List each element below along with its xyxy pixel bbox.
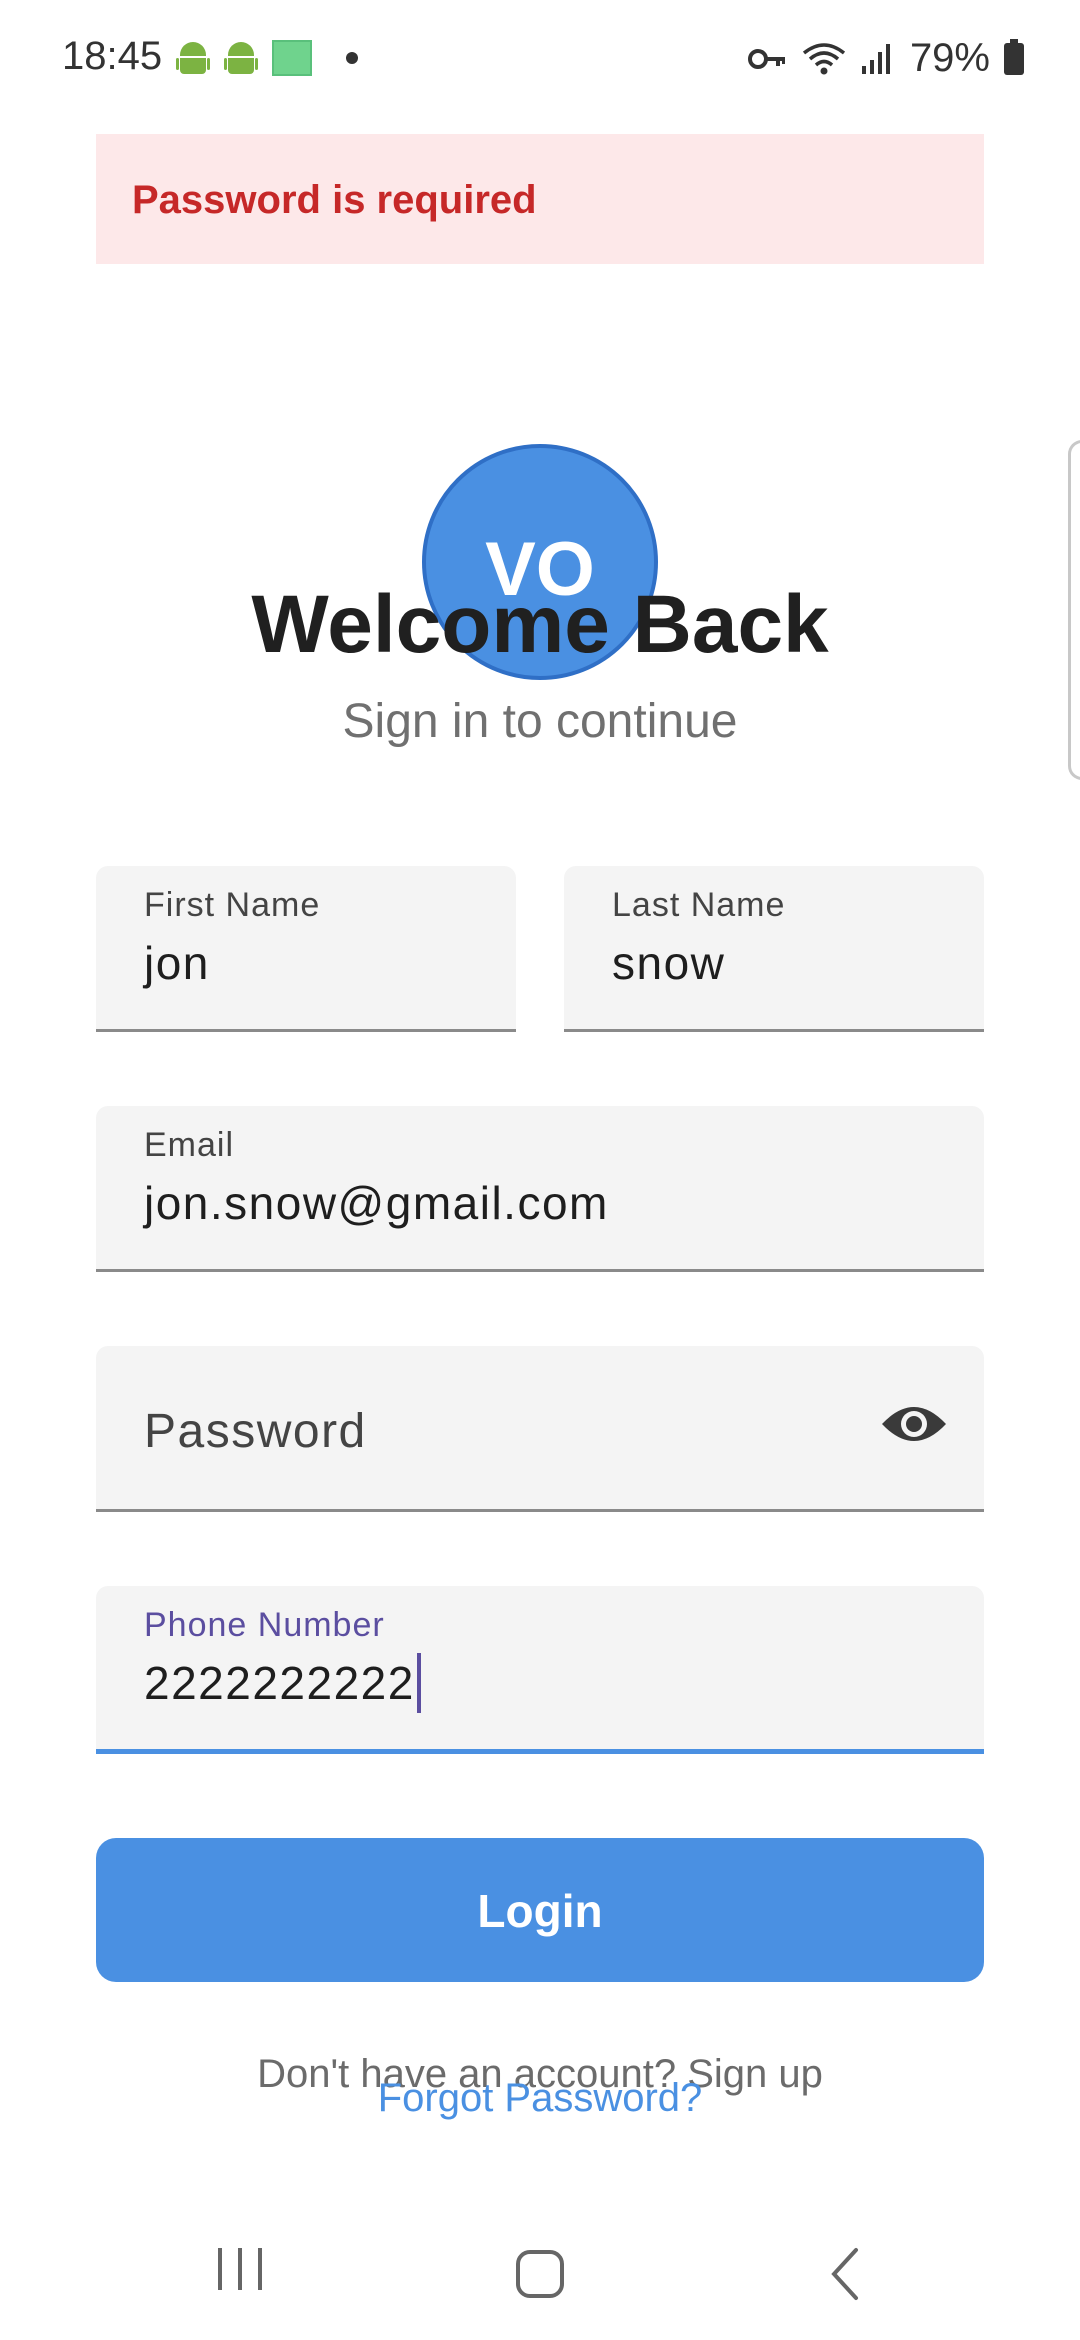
eye-icon[interactable] [880,1398,948,1450]
email-label: Email [144,1126,235,1164]
error-banner: Password is required [96,134,984,264]
system-icons: 79% [747,36,1024,81]
battery-percent: 79% [909,36,990,80]
key-icon [747,48,785,69]
phone-number-label: Phone Number [144,1606,385,1644]
password-label: Password [144,1405,367,1458]
text-cursor [416,1652,421,1713]
battery-icon [1004,38,1024,75]
notification-icons [176,40,358,76]
first-name-field[interactable]: First Name jon [96,866,516,1032]
recents-icon[interactable] [210,2244,270,2294]
page-title: Welcome Back [251,579,829,670]
phone-number-value: 2222222222 [144,1657,415,1709]
wifi-icon [802,42,846,74]
first-name-label: First Name [144,886,321,924]
login-button-label: Login [477,1885,603,1937]
status-bar: 18:45 79% [0,0,1080,118]
android-icon [176,40,210,76]
dot-icon [346,52,358,64]
signal-icon [861,43,890,74]
last-name-label: Last Name [612,886,786,924]
android-icon [224,40,258,76]
email-value[interactable]: jon.snow@gmail.com [144,1176,609,1230]
last-name-value[interactable]: snow [612,936,725,990]
password-field[interactable]: Password [96,1346,984,1512]
navigation-bar [0,2200,1080,2340]
status-time: 18:45 [62,34,163,78]
email-field[interactable]: Email jon.snow@gmail.com [96,1106,984,1272]
last-name-field[interactable]: Last Name snow [564,866,984,1032]
forgot-password-link[interactable]: Forgot Password? [0,2076,1080,2121]
back-icon[interactable] [820,2244,870,2304]
login-screen: 18:45 79% Password is required VO Welcom… [0,0,1080,2340]
green-square-icon [272,40,312,76]
home-icon[interactable] [510,2244,570,2304]
error-message: Password is required [132,178,537,222]
page-subtitle: Sign in to continue [342,695,738,748]
login-button[interactable]: Login [96,1838,984,1982]
phone-number-input[interactable]: 2222222222 [144,1652,421,1713]
first-name-value[interactable]: jon [144,936,210,990]
edge-panel-handle[interactable] [1068,440,1080,780]
phone-number-field[interactable]: Phone Number 2222222222 [96,1586,984,1754]
